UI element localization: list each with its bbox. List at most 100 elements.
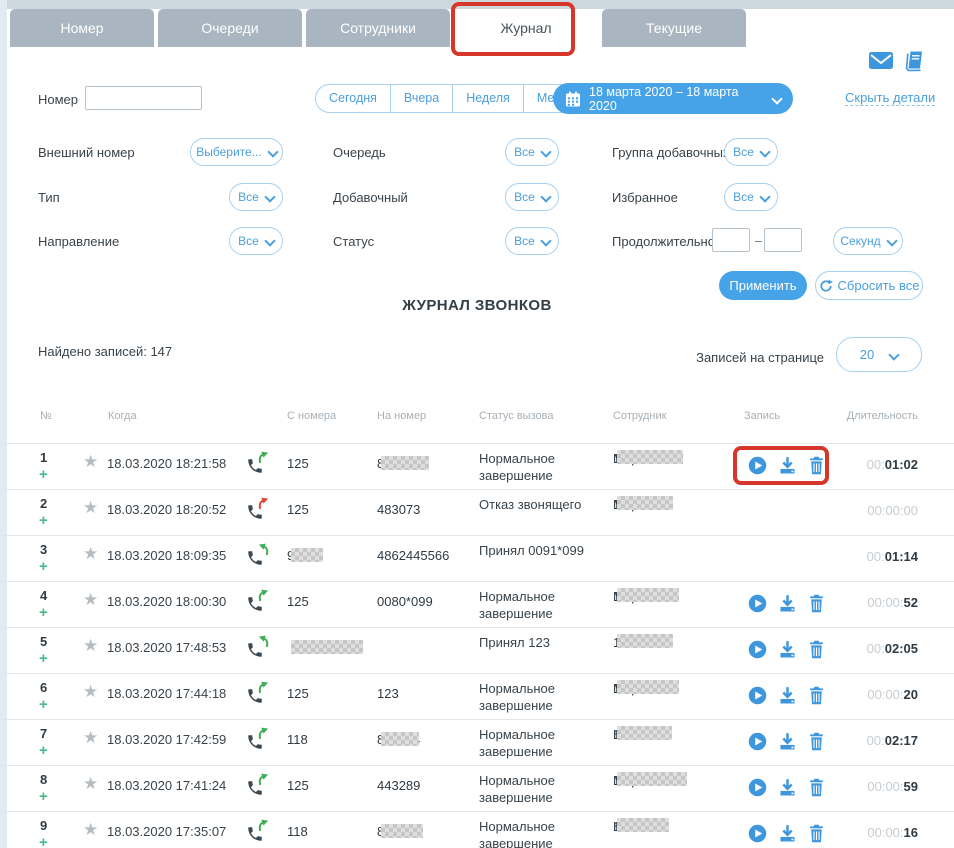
queue-select[interactable]: Все [505,138,559,166]
download-record-button[interactable] [778,686,797,705]
delete-record-button[interactable] [808,824,825,843]
tab-ocheredi[interactable]: Очереди [158,9,302,47]
table-rows: 1 + ★ 18.03.2020 18:21:58 125 8915 Норма… [0,443,954,848]
duration-range-dash: – [755,233,762,248]
call-datetime: 18.03.2020 17:42:59 [107,732,226,747]
number-filter-input[interactable] [85,86,202,110]
redacted-block [617,680,679,694]
play-record-button[interactable] [748,640,767,659]
play-record-button[interactable] [748,824,767,843]
redacted-block [381,824,423,838]
delete-record-button[interactable] [808,686,825,705]
call-direction-icon [246,822,272,846]
call-datetime: 18.03.2020 18:09:35 [107,548,226,563]
download-record-button[interactable] [778,456,797,475]
hide-details-link[interactable]: Скрыть детали [845,90,935,106]
apply-button[interactable]: Применить [719,271,807,300]
favorite-star-icon[interactable]: ★ [83,499,98,516]
tab-sotrudniki[interactable]: Сотрудники [306,9,450,47]
redacted-block [617,634,673,648]
play-record-button[interactable] [748,594,767,613]
outgoing-arrow-icon [255,816,271,832]
col-from: С номера [287,410,336,422]
extension-group-select[interactable]: Все [724,138,778,166]
redacted-block [381,732,419,746]
per-page-select[interactable]: 20 [836,337,922,372]
email-icon[interactable] [869,52,893,70]
duration-max-input[interactable] [764,228,802,252]
row-number: 4 [40,588,47,603]
row-number: 3 [40,542,47,557]
range-week-button[interactable]: Неделя [452,85,523,112]
chevron-down-icon [540,191,551,202]
date-range-picker[interactable]: 18 марта 2020 – 18 марта 2020 [553,83,793,114]
call-status: Нормальное завершение [479,772,601,806]
expand-row-button[interactable]: + [39,604,48,621]
extension-group-label: Группа добавочных [612,145,730,160]
expand-row-button[interactable]: + [39,696,48,713]
delete-record-button[interactable] [808,594,825,613]
type-select[interactable]: Все [229,183,283,211]
delete-record-button[interactable] [808,640,825,659]
favorite-star-icon[interactable]: ★ [83,545,98,562]
range-yesterday-button[interactable]: Вчера [390,85,452,112]
favorite-star-icon[interactable]: ★ [83,729,98,746]
duration-min-input[interactable] [712,228,750,252]
expand-row-button[interactable]: + [39,466,48,483]
delete-record-button[interactable] [808,778,825,797]
reset-all-button[interactable]: Сбросить все [815,271,923,300]
row-number: 9 [40,818,47,833]
favorites-select[interactable]: Все [724,183,778,211]
call-duration: 00:00:20 [867,687,918,702]
play-record-button[interactable] [748,686,767,705]
call-direction-icon [246,638,272,662]
call-status: Нормальное завершение [479,818,601,848]
tab-nomer[interactable]: Номер [10,9,154,47]
extension-select[interactable]: Все [505,183,559,211]
external-number-select[interactable]: Выберите... [190,138,283,166]
queue-label: Очередь [333,145,386,160]
duration-unit-select[interactable]: Секунд [833,227,903,255]
chevron-down-icon [886,235,897,246]
status-select[interactable]: Все [505,227,559,255]
favorite-star-icon[interactable]: ★ [83,453,98,470]
outgoing-arrow-icon [255,770,271,786]
favorite-star-icon[interactable]: ★ [83,775,98,792]
play-record-button[interactable] [748,456,767,475]
outgoing-arrow-icon [255,448,271,464]
range-today-button[interactable]: Сегодня [316,85,390,112]
delete-record-button[interactable] [808,456,825,475]
call-datetime: 18.03.2020 17:41:24 [107,778,226,793]
tab-zhurnal[interactable]: Журнал [454,9,598,47]
journal-icon[interactable] [903,49,926,73]
play-record-button[interactable] [748,778,767,797]
outgoing-arrow-icon [255,586,271,602]
download-record-button[interactable] [778,824,797,843]
download-record-button[interactable] [778,778,797,797]
favorite-star-icon[interactable]: ★ [83,637,98,654]
chevron-down-icon [264,235,275,246]
favorite-star-icon[interactable]: ★ [83,591,98,608]
redacted-block [617,496,673,510]
direction-select[interactable]: Все [229,227,283,255]
play-record-button[interactable] [748,732,767,751]
download-record-button[interactable] [778,732,797,751]
expand-row-button[interactable]: + [39,788,48,805]
chevron-down-icon [264,191,275,202]
delete-record-button[interactable] [808,732,825,751]
expand-row-button[interactable]: + [39,650,48,667]
call-duration: 00:02:05 [867,641,918,656]
expand-row-button[interactable]: + [39,558,48,575]
redacted-block [617,450,683,464]
redacted-block [617,818,669,832]
tab-tekushchie[interactable]: Текущие [602,9,746,47]
expand-row-button[interactable]: + [39,512,48,529]
download-record-button[interactable] [778,640,797,659]
call-datetime: 18.03.2020 17:44:18 [107,686,226,701]
favorite-star-icon[interactable]: ★ [83,821,98,838]
favorite-star-icon[interactable]: ★ [83,683,98,700]
table-row: 8 + ★ 18.03.2020 17:41:24 125 443289 Нор… [0,766,954,812]
expand-row-button[interactable]: + [39,834,48,848]
download-record-button[interactable] [778,594,797,613]
expand-row-button[interactable]: + [39,742,48,759]
